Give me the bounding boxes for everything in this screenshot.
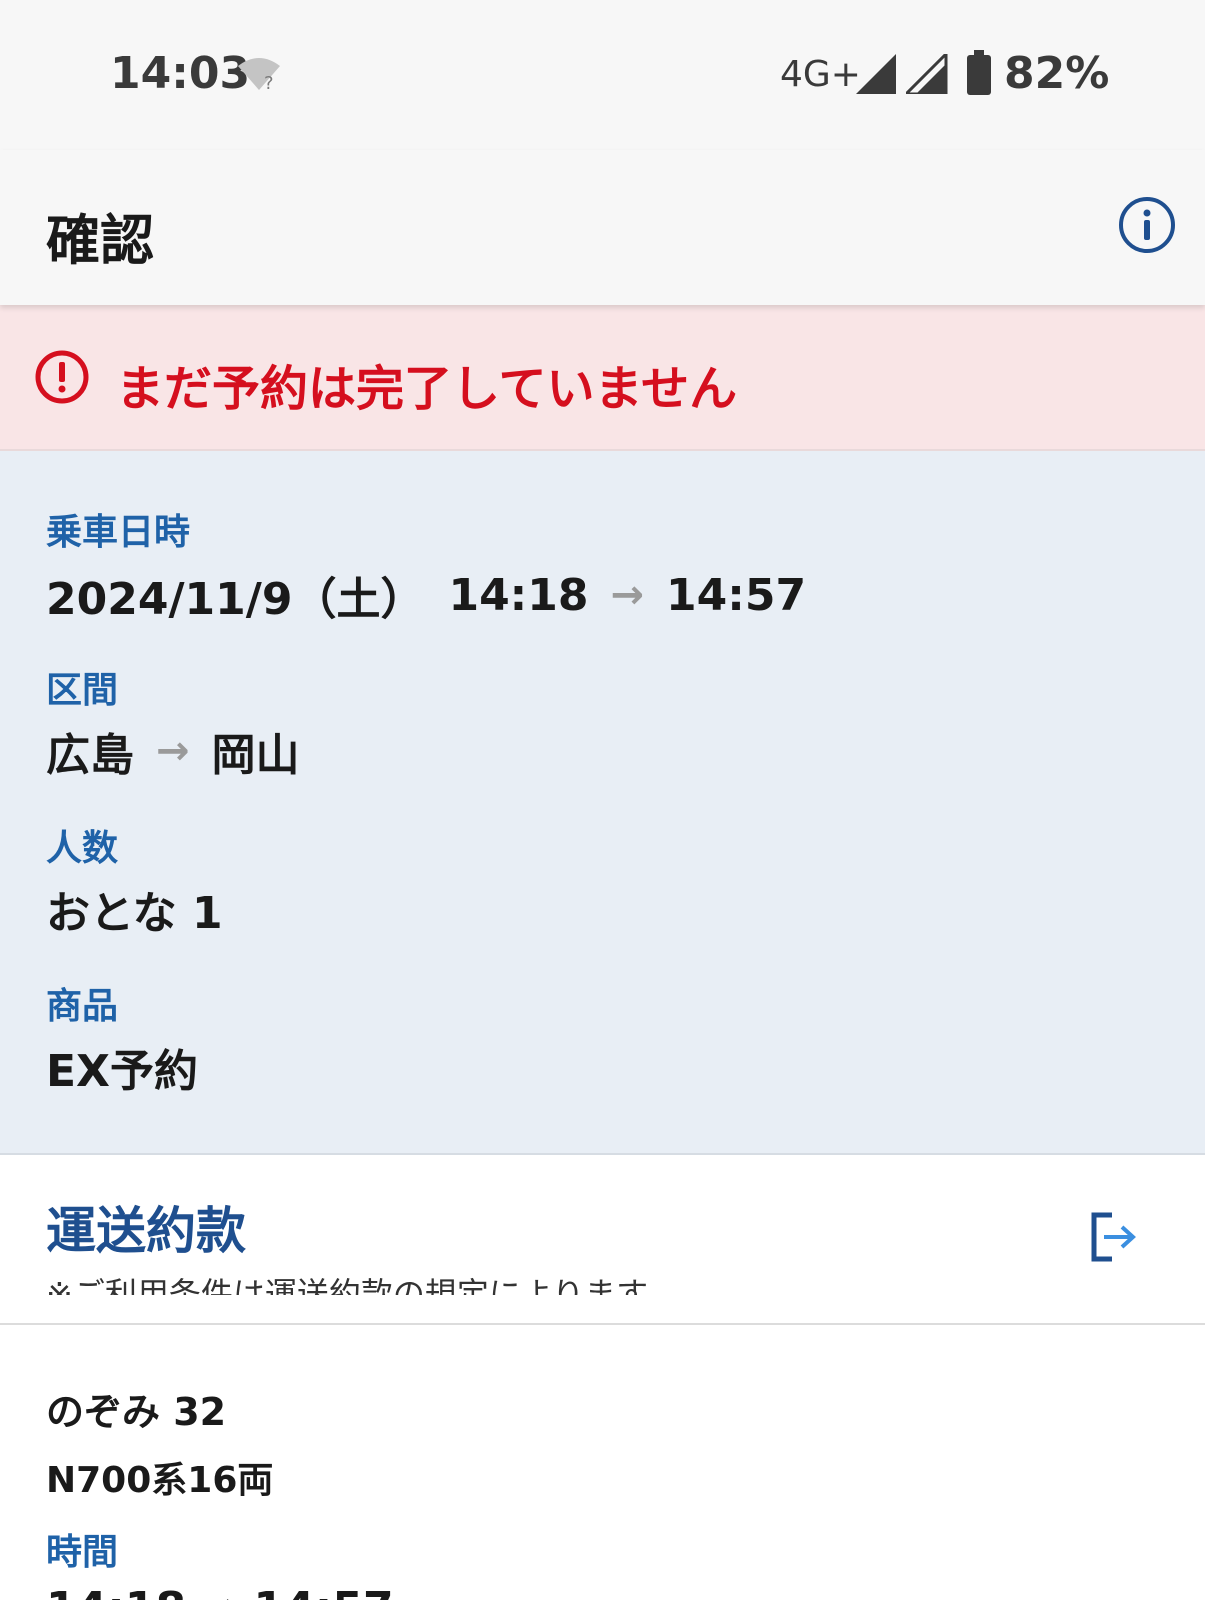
battery-percentage: 82% — [1004, 48, 1110, 99]
ride-date: 2024/11/9（土） — [46, 574, 425, 625]
train-time-value: 14:18 → 14:57 — [46, 1583, 394, 1600]
train-time-label: 時間 — [46, 1532, 119, 1573]
arrow-right-icon: → — [156, 728, 190, 774]
signal-icon — [902, 50, 948, 98]
warning-banner: まだ予約は完了していません — [0, 305, 1205, 451]
app-bar: 確認 — [0, 150, 1205, 305]
section-label: 区間 — [46, 670, 119, 711]
status-time: 14:03 — [110, 48, 251, 99]
arrive-time: 14:57 — [666, 569, 807, 621]
terms-title: 運送約款 — [46, 1202, 246, 1260]
reservation-summary: 乗車日時 2024/11/9（土） 14:18 → 14:57 区間 広島 → … — [0, 451, 1205, 1155]
wifi-unknown-icon: ? — [236, 56, 282, 96]
depart-time: 14:18 — [448, 569, 589, 621]
section-value: 広島 → 岡山 — [46, 719, 300, 783]
network-type: 4G+ — [780, 54, 861, 95]
svg-text:?: ? — [264, 73, 274, 92]
to-station: 岡山 — [211, 730, 300, 781]
warning-message: まだ予約は完了していません — [116, 361, 738, 417]
info-icon[interactable] — [1118, 196, 1176, 254]
status-bar: 14:03 ? 4G+ 82% — [0, 0, 1205, 150]
datetime-label: 乗車日時 — [46, 512, 191, 553]
arrow-right-icon: → — [610, 572, 645, 618]
product-value: EX予約 — [46, 1046, 198, 1097]
alert-icon — [34, 349, 90, 409]
external-link-icon[interactable] — [1090, 1211, 1138, 1267]
terms-clip — [0, 1295, 1205, 1323]
from-station: 広島 — [46, 730, 134, 781]
train-type: N700系16両 — [46, 1460, 274, 1501]
people-label: 人数 — [46, 828, 119, 869]
train-name: のぞみ 32 — [46, 1390, 227, 1434]
terms-link[interactable]: 運送約款 ※ご利用条件は運送約款の規定によります。 — [0, 1155, 1205, 1325]
page-title: 確認 — [46, 209, 154, 272]
train-details: のぞみ 32 N700系16両 時間 14:18 → 14:57 — [0, 1325, 1205, 1600]
people-value: おとな 1 — [46, 888, 223, 939]
product-label: 商品 — [46, 986, 119, 1027]
datetime-value: 2024/11/9（土） 14:18 → 14:57 — [46, 563, 806, 627]
signal-icon — [856, 54, 898, 98]
battery-icon — [966, 50, 992, 100]
